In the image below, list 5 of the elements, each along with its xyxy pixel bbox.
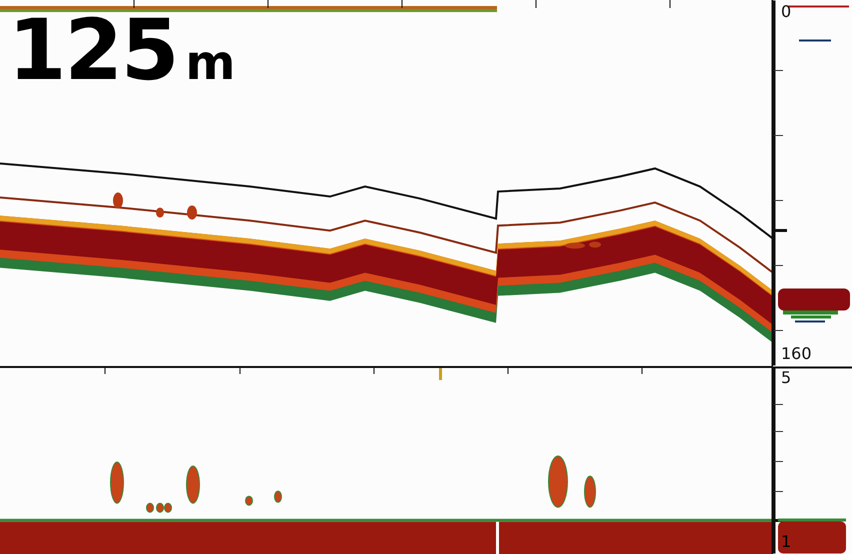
scale-label: 5 xyxy=(781,370,792,386)
scale-label: 160 xyxy=(781,346,812,362)
scale-label: 1 xyxy=(781,534,792,550)
depth-readout: 125 m xyxy=(8,8,236,92)
scale-label: 0 xyxy=(781,4,792,20)
